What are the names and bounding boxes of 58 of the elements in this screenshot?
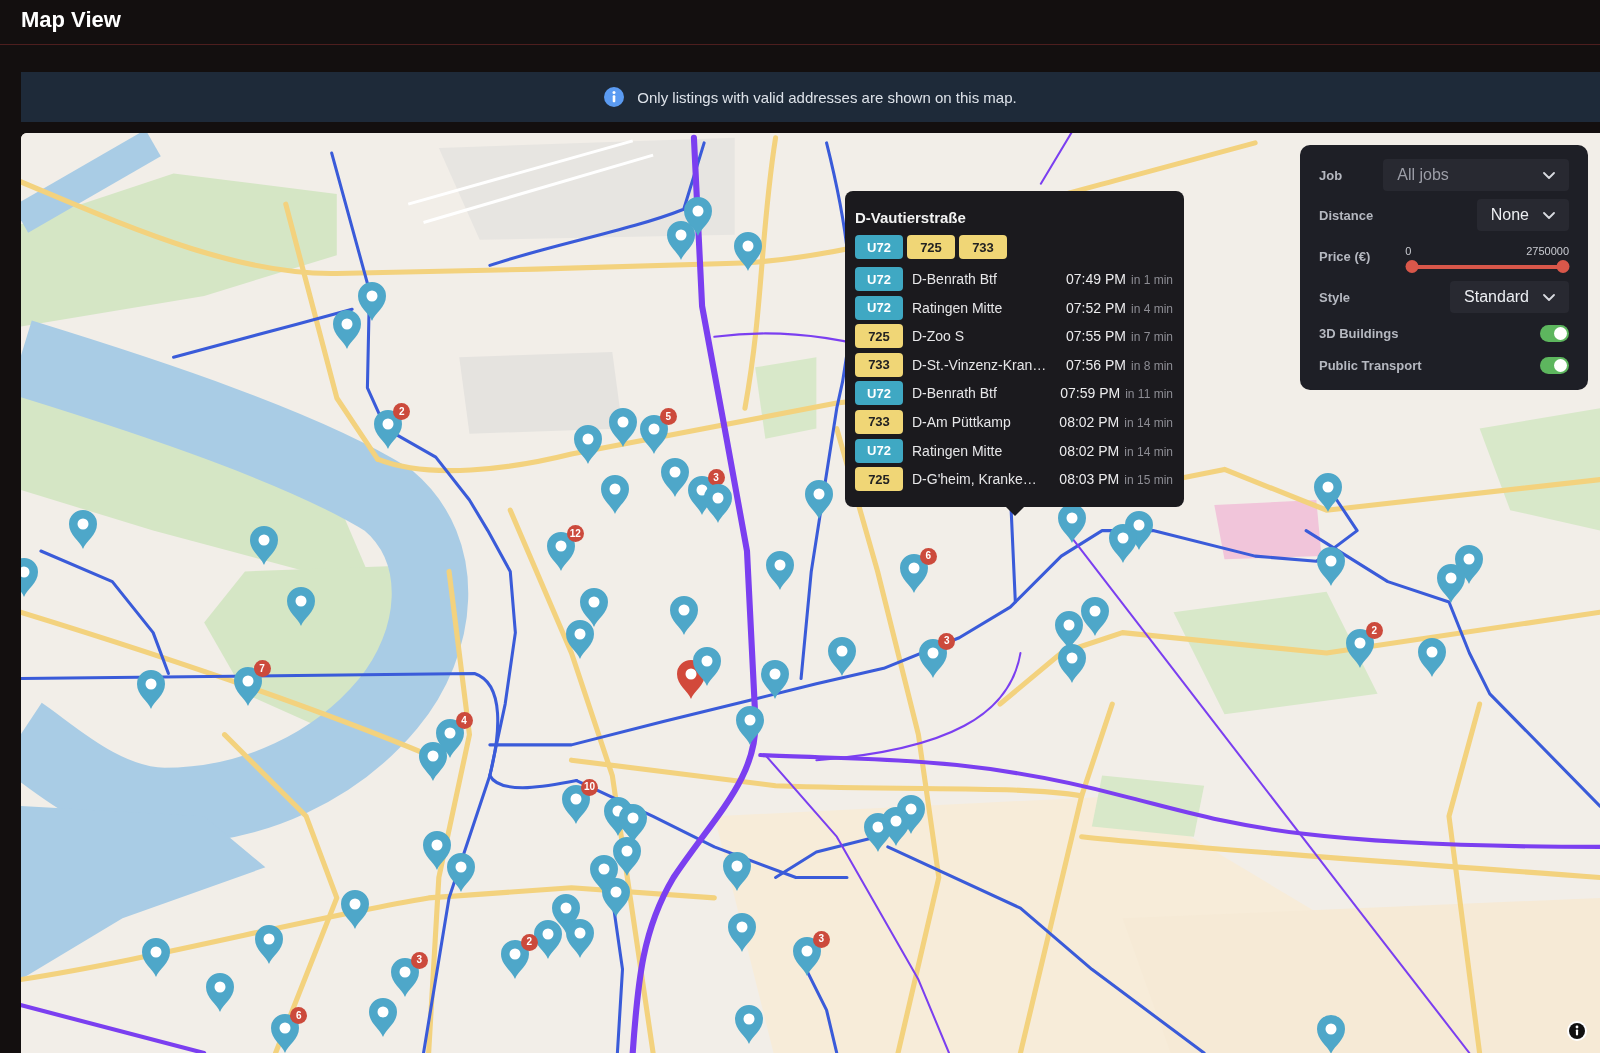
eta-text: in 14 min — [1124, 415, 1173, 430]
stop-name: D-Vautierstraße — [855, 208, 966, 228]
line-chip: U72 — [855, 295, 903, 320]
destination-text: D-Zoo S — [912, 328, 966, 345]
eta-text: in 4 min — [1130, 301, 1173, 316]
eta-text: in 7 min — [1130, 330, 1173, 345]
notice-text: Only listings with valid addresses are shown on this map. — [637, 88, 1017, 106]
line-chip: U72 — [855, 381, 903, 406]
filter-label: Distance — [1319, 207, 1374, 223]
eta-text: in 8 min — [1130, 358, 1173, 373]
line-chip: 733 — [855, 409, 903, 434]
filter-label: Job — [1319, 167, 1344, 183]
toggle-switch[interactable] — [1540, 356, 1569, 374]
filter-label: Price (€) — [1319, 248, 1372, 264]
chevron-down-icon — [1543, 293, 1555, 301]
info-icon — [604, 87, 625, 107]
chevron-down-icon — [1543, 211, 1555, 219]
destination-text: Ratingen Mitte — [912, 442, 1004, 459]
departure-time: 08:02 PM — [1059, 442, 1120, 459]
departure-time: 07:55 PM — [1066, 328, 1126, 345]
destination-text: D-St.-Vinzenz-Kran… — [912, 356, 1048, 373]
departure-time: 07:49 PM — [1066, 271, 1126, 287]
dropdown-select[interactable]: All jobs — [1383, 159, 1569, 191]
toggle-switch[interactable] — [1540, 324, 1569, 342]
chevron-down-icon — [1543, 171, 1555, 179]
dropdown-select[interactable]: None — [1476, 199, 1569, 231]
toggle-label: 3D Buildings — [1319, 325, 1399, 341]
slider-thumb[interactable] — [1556, 260, 1569, 273]
eta-text: in 15 min — [1124, 473, 1173, 488]
eta-text: in 11 min — [1125, 387, 1173, 402]
eta-text: in 1 min — [1130, 273, 1173, 287]
line-chip: U72 — [855, 438, 903, 463]
destination-text: D-G'heim, Kranke… — [912, 471, 1038, 488]
line-chip: 725 — [855, 324, 903, 349]
line-chip: 725 — [907, 235, 955, 259]
eta-text: in 14 min — [1124, 444, 1173, 459]
destination-text: D-Benrath Btf — [912, 271, 998, 287]
destination-text: D-Benrath Btf — [912, 385, 998, 402]
destination-text: D-Am Püttkamp — [912, 413, 1012, 430]
destination-text: Ratingen Mitte — [912, 299, 1004, 316]
filter-label: Style — [1319, 289, 1352, 305]
line-chip: U72 — [855, 267, 903, 291]
line-chip: U72 — [855, 235, 903, 259]
page-title: Map View — [21, 6, 121, 34]
slider-thumb[interactable] — [1405, 260, 1419, 273]
departure-time: 08:03 PM — [1059, 471, 1120, 488]
departure-time: 07:52 PM — [1066, 299, 1126, 316]
line-chip: 733 — [959, 235, 1007, 259]
range-max-label: 2750000 — [1526, 245, 1569, 257]
range-min-label: 0 — [1405, 245, 1412, 257]
departure-time: 07:59 PM — [1060, 385, 1121, 402]
dropdown-select[interactable]: Standard — [1450, 281, 1569, 313]
departure-time: 07:56 PM — [1066, 356, 1126, 373]
toggle-label: Public Transport — [1319, 357, 1422, 373]
line-chip: 725 — [855, 467, 903, 492]
info-icon[interactable] — [1567, 1021, 1587, 1041]
line-chip: 733 — [855, 352, 903, 377]
departure-time: 08:02 PM — [1059, 413, 1120, 430]
